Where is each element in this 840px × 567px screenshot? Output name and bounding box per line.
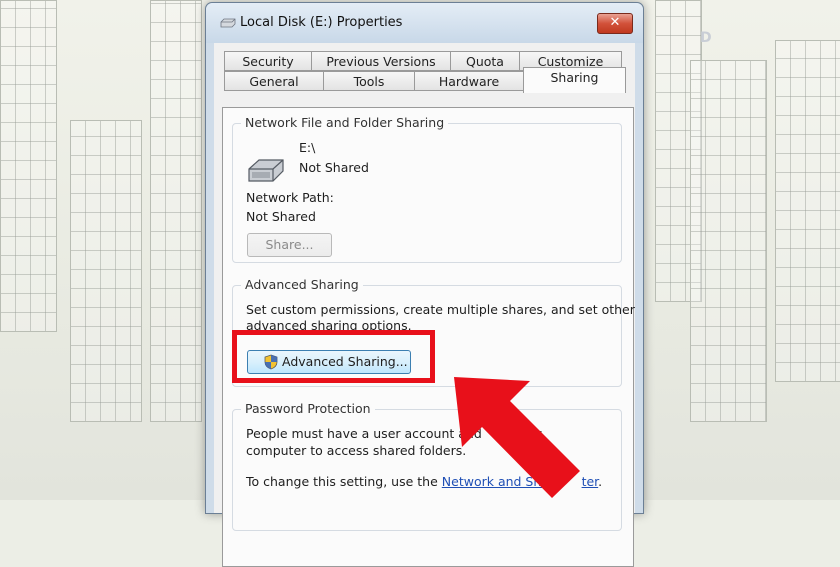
password-protection-title: Password Protection bbox=[241, 401, 375, 416]
tab-security[interactable]: Security bbox=[224, 51, 312, 71]
pointer-arrow-icon bbox=[454, 377, 580, 498]
advanced-sharing-title: Advanced Sharing bbox=[241, 277, 363, 292]
window-title: Local Disk (E:) Properties bbox=[240, 15, 403, 30]
network-sharing-center-link-end: ter bbox=[581, 474, 599, 489]
title-bar[interactable]: Local Disk (E:) Properties ✕ bbox=[206, 3, 643, 43]
share-button[interactable]: Share... bbox=[247, 233, 332, 257]
drive-name: E:\ bbox=[299, 140, 316, 155]
watermark-logo: D bbox=[700, 30, 713, 46]
network-sharing-group: Network File and Folder Sharing E:\ Not … bbox=[232, 115, 622, 263]
highlight-box bbox=[232, 330, 435, 383]
network-path-value: Not Shared bbox=[246, 209, 316, 224]
drive-share-status: Not Shared bbox=[299, 160, 369, 175]
password-protection-text-line1-start: People must have a user account and bbox=[246, 426, 482, 441]
password-protection-text-line3-suffix: . bbox=[598, 474, 603, 489]
password-protection-text-line3-prefix: To change this setting, use the bbox=[246, 474, 438, 489]
advanced-sharing-description-line1: Set custom permissions, create multiple … bbox=[246, 302, 635, 317]
password-protection-text-line2: computer to access shared folders. bbox=[246, 443, 467, 458]
network-sharing-title: Network File and Folder Sharing bbox=[241, 115, 449, 130]
background-building bbox=[0, 0, 57, 332]
tab-general[interactable]: General bbox=[224, 71, 324, 91]
tab-sharing[interactable]: Sharing bbox=[523, 67, 626, 93]
background-building bbox=[150, 0, 202, 422]
background-building bbox=[70, 120, 142, 422]
network-path-label: Network Path: bbox=[246, 190, 334, 205]
tab-quota[interactable]: Quota bbox=[450, 51, 520, 71]
drive-icon bbox=[220, 18, 236, 28]
tab-previous-versions[interactable]: Previous Versions bbox=[311, 51, 451, 71]
hard-drive-icon bbox=[248, 159, 284, 182]
background-building bbox=[690, 60, 767, 422]
close-button[interactable]: ✕ bbox=[597, 13, 633, 34]
tab-tools[interactable]: Tools bbox=[323, 71, 415, 91]
tab-hardware[interactable]: Hardware bbox=[414, 71, 524, 91]
background-building bbox=[775, 40, 840, 382]
